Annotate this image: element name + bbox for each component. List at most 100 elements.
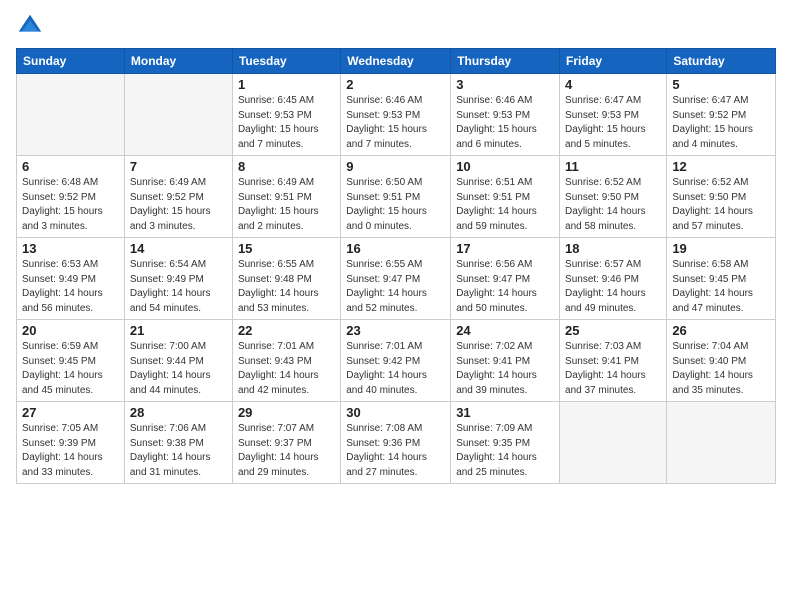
week-row-5: 27 Sunrise: 7:05 AM Sunset: 9:39 PM Dayli… [17, 402, 776, 484]
day-info: Sunrise: 6:50 AM Sunset: 9:51 PM Dayligh… [346, 176, 445, 234]
day-cell: 18Sunrise: 6:57 AM Sunset: 9:46 PM Dayli… [560, 238, 667, 320]
day-info: Sunrise: 7:01 AM Sunset: 9:43 PM Dayligh… [238, 340, 335, 398]
day-number: 6 [22, 159, 119, 174]
day-number: 1 [238, 77, 335, 92]
day-info: Sunrise: 6:46 AM Sunset: 9:53 PM Dayligh… [346, 94, 445, 152]
day-info: Sunrise: 7:09 AM Sunset: 9:35 PM Dayligh… [456, 422, 554, 480]
day-number: 14 [130, 241, 227, 256]
day-info: Sunrise: 7:08 AM Sunset: 9:36 PM Dayligh… [346, 422, 445, 480]
weekday-wednesday: Wednesday [341, 49, 451, 74]
day-cell: 19Sunrise: 6:58 AM Sunset: 9:45 PM Dayli… [667, 238, 776, 320]
day-cell: 23Sunrise: 7:01 AM Sunset: 9:42 PM Dayli… [341, 320, 451, 402]
day-cell: 13 Sunrise: 6:53 AM Sunset: 9:49 PM Dayli… [17, 238, 125, 320]
day-info: Sunrise: 6:56 AM Sunset: 9:47 PM Dayligh… [456, 258, 554, 316]
day-number: 22 [238, 323, 335, 338]
weekday-monday: Monday [124, 49, 232, 74]
week-row-1: 1 Sunrise: 6:45 AM Sunset: 9:53 PM Daylig… [17, 74, 776, 156]
day-info: Sunrise: 6:45 AM Sunset: 9:53 PM Dayligh… [238, 94, 335, 152]
day-info: Sunrise: 7:02 AM Sunset: 9:41 PM Dayligh… [456, 340, 554, 398]
day-cell: 30 Sunrise: 7:08 AM Sunset: 9:36 PM Dayli… [341, 402, 451, 484]
day-info: Sunrise: 6:58 AM Sunset: 9:45 PM Dayligh… [672, 258, 770, 316]
day-cell: 17 Sunrise: 6:56 AM Sunset: 9:47 PM Dayli… [451, 238, 560, 320]
day-cell: 11 Sunrise: 6:52 AM Sunset: 9:50 PM Dayli… [560, 156, 667, 238]
week-row-4: 20 Sunrise: 6:59 AM Sunset: 9:45 PM Dayli… [17, 320, 776, 402]
day-number: 16 [346, 241, 445, 256]
day-number: 11 [565, 159, 661, 174]
day-info: Sunrise: 7:04 AM Sunset: 9:40 PM Dayligh… [672, 340, 770, 398]
day-info: Sunrise: 7:00 AM Sunset: 9:44 PM Dayligh… [130, 340, 227, 398]
day-cell: 5 Sunrise: 6:47 AM Sunset: 9:52 PM Daylig… [667, 74, 776, 156]
day-info: Sunrise: 6:55 AM Sunset: 9:48 PM Dayligh… [238, 258, 335, 316]
day-cell: 7Sunrise: 6:49 AM Sunset: 9:52 PM Daylig… [124, 156, 232, 238]
day-cell: 26 Sunrise: 7:04 AM Sunset: 9:40 PM Dayli… [667, 320, 776, 402]
day-cell: 28 Sunrise: 7:06 AM Sunset: 9:38 PM Dayli… [124, 402, 232, 484]
day-number: 24 [456, 323, 554, 338]
day-info: Sunrise: 6:47 AM Sunset: 9:52 PM Dayligh… [672, 94, 770, 152]
day-number: 13 [22, 241, 119, 256]
day-info: Sunrise: 6:48 AM Sunset: 9:52 PM Dayligh… [22, 176, 119, 234]
day-cell: 2 Sunrise: 6:46 AM Sunset: 9:53 PM Daylig… [341, 74, 451, 156]
weekday-thursday: Thursday [451, 49, 560, 74]
day-info: Sunrise: 6:59 AM Sunset: 9:45 PM Dayligh… [22, 340, 119, 398]
day-cell: 10 Sunrise: 6:51 AM Sunset: 9:51 PM Dayli… [451, 156, 560, 238]
day-number: 9 [346, 159, 445, 174]
day-number: 31 [456, 405, 554, 420]
weekday-saturday: Saturday [667, 49, 776, 74]
day-number: 26 [672, 323, 770, 338]
day-number: 10 [456, 159, 554, 174]
day-number: 3 [456, 77, 554, 92]
day-number: 4 [565, 77, 661, 92]
day-cell: 12Sunrise: 6:52 AM Sunset: 9:50 PM Dayli… [667, 156, 776, 238]
day-number: 20 [22, 323, 119, 338]
day-number: 30 [346, 405, 445, 420]
day-info: Sunrise: 7:07 AM Sunset: 9:37 PM Dayligh… [238, 422, 335, 480]
day-info: Sunrise: 7:01 AM Sunset: 9:42 PM Dayligh… [346, 340, 445, 398]
day-cell: 6 Sunrise: 6:48 AM Sunset: 9:52 PM Daylig… [17, 156, 125, 238]
day-number: 17 [456, 241, 554, 256]
day-cell: 24 Sunrise: 7:02 AM Sunset: 9:41 PM Dayli… [451, 320, 560, 402]
day-cell [560, 402, 667, 484]
day-number: 25 [565, 323, 661, 338]
day-info: Sunrise: 7:05 AM Sunset: 9:39 PM Dayligh… [22, 422, 119, 480]
weekday-header-row: SundayMondayTuesdayWednesdayThursdayFrid… [17, 49, 776, 74]
day-info: Sunrise: 6:52 AM Sunset: 9:50 PM Dayligh… [565, 176, 661, 234]
day-cell: 31 Sunrise: 7:09 AM Sunset: 9:35 PM Dayli… [451, 402, 560, 484]
day-number: 27 [22, 405, 119, 420]
day-cell: 3 Sunrise: 6:46 AM Sunset: 9:53 PM Daylig… [451, 74, 560, 156]
day-info: Sunrise: 6:52 AM Sunset: 9:50 PM Dayligh… [672, 176, 770, 234]
day-info: Sunrise: 6:47 AM Sunset: 9:53 PM Dayligh… [565, 94, 661, 152]
day-cell: 21 Sunrise: 7:00 AM Sunset: 9:44 PM Dayli… [124, 320, 232, 402]
day-info: Sunrise: 7:03 AM Sunset: 9:41 PM Dayligh… [565, 340, 661, 398]
day-cell [124, 74, 232, 156]
day-cell [667, 402, 776, 484]
day-number: 5 [672, 77, 770, 92]
week-row-2: 6 Sunrise: 6:48 AM Sunset: 9:52 PM Daylig… [17, 156, 776, 238]
calendar-table: SundayMondayTuesdayWednesdayThursdayFrid… [16, 48, 776, 484]
day-number: 8 [238, 159, 335, 174]
logo-icon [16, 12, 44, 40]
day-number: 21 [130, 323, 227, 338]
day-cell: 25 Sunrise: 7:03 AM Sunset: 9:41 PM Dayli… [560, 320, 667, 402]
day-number: 7 [130, 159, 227, 174]
day-info: Sunrise: 6:49 AM Sunset: 9:51 PM Dayligh… [238, 176, 335, 234]
day-cell: 15 Sunrise: 6:55 AM Sunset: 9:48 PM Dayli… [232, 238, 340, 320]
day-info: Sunrise: 6:46 AM Sunset: 9:53 PM Dayligh… [456, 94, 554, 152]
weekday-friday: Friday [560, 49, 667, 74]
day-number: 15 [238, 241, 335, 256]
day-cell: 1 Sunrise: 6:45 AM Sunset: 9:53 PM Daylig… [232, 74, 340, 156]
day-cell: 9 Sunrise: 6:50 AM Sunset: 9:51 PM Daylig… [341, 156, 451, 238]
day-info: Sunrise: 6:57 AM Sunset: 9:46 PM Dayligh… [565, 258, 661, 316]
day-cell: 8 Sunrise: 6:49 AM Sunset: 9:51 PM Daylig… [232, 156, 340, 238]
day-number: 2 [346, 77, 445, 92]
day-info: Sunrise: 7:06 AM Sunset: 9:38 PM Dayligh… [130, 422, 227, 480]
day-info: Sunrise: 6:51 AM Sunset: 9:51 PM Dayligh… [456, 176, 554, 234]
day-cell: 29Sunrise: 7:07 AM Sunset: 9:37 PM Dayli… [232, 402, 340, 484]
day-cell: 22 Sunrise: 7:01 AM Sunset: 9:43 PM Dayli… [232, 320, 340, 402]
day-cell: 27 Sunrise: 7:05 AM Sunset: 9:39 PM Dayli… [17, 402, 125, 484]
day-info: Sunrise: 6:55 AM Sunset: 9:47 PM Dayligh… [346, 258, 445, 316]
day-info: Sunrise: 6:53 AM Sunset: 9:49 PM Dayligh… [22, 258, 119, 316]
day-number: 28 [130, 405, 227, 420]
day-cell: 4 Sunrise: 6:47 AM Sunset: 9:53 PM Daylig… [560, 74, 667, 156]
day-cell [17, 74, 125, 156]
weekday-sunday: Sunday [17, 49, 125, 74]
